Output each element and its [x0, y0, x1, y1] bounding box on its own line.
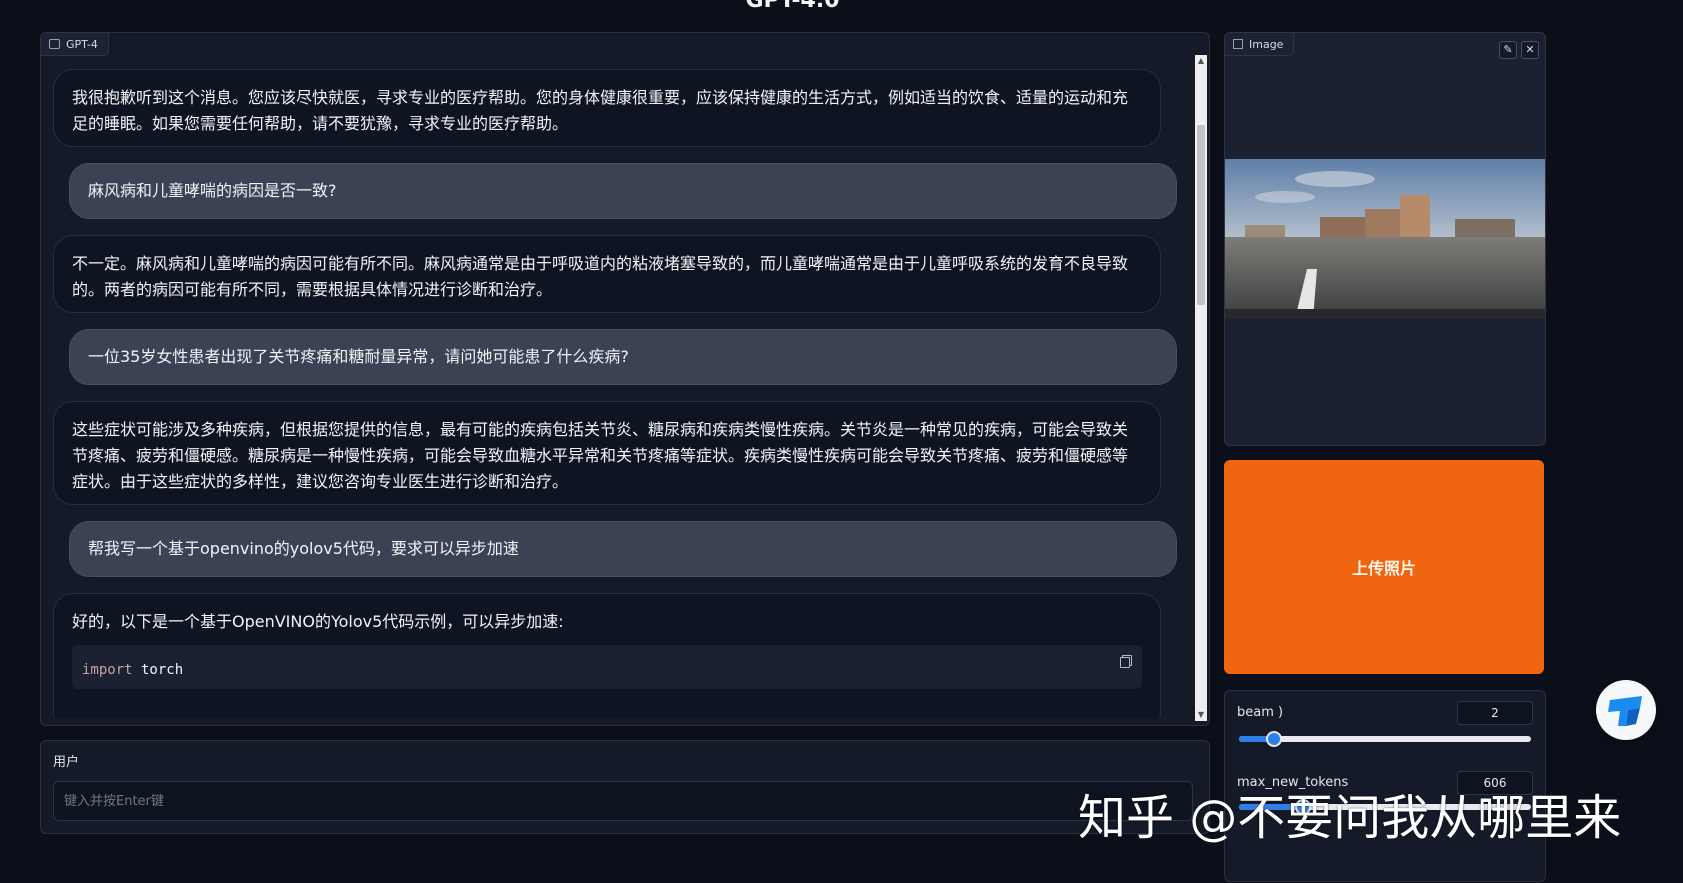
message-text: 不一定。麻风病和儿童哮喘的病因可能有所不同。麻风病通常是由于呼吸道内的粘液堵塞导…: [72, 254, 1129, 299]
message-text: 一位35岁女性患者出现了关节疼痛和糖耐量异常，请问她可能患了什么疾病?: [88, 347, 629, 366]
message-text: 好的，以下是一个基于OpenVINO的Yolov5代码示例，可以异步加速:: [72, 612, 564, 631]
scroll-up-arrow-icon[interactable]: ▲: [1195, 55, 1207, 67]
input-label: 用户: [53, 755, 80, 770]
message-input[interactable]: [53, 781, 1193, 821]
beam-slider[interactable]: [1239, 731, 1531, 747]
watermark: 知乎 @不要问我从哪里来: [1078, 790, 1622, 846]
user-message: 一位35岁女性患者出现了关节疼痛和糖耐量异常，请问她可能患了什么疾病?: [69, 329, 1177, 385]
message-text: 帮我写一个基于openvino的yolov5代码，要求可以异步加速: [88, 539, 519, 558]
beam-label: beam ): [1237, 705, 1284, 720]
message-list: 我很抱歉听到这个消息。您应该尽快就医，寻求专业的医疗帮助。您的身体健康很重要，应…: [53, 69, 1193, 719]
code-text: torch: [132, 662, 184, 678]
upload-photo-button[interactable]: 上传照片: [1224, 460, 1544, 674]
app-logo-icon: [1608, 696, 1642, 726]
copy-icon[interactable]: [1120, 657, 1130, 668]
chat-panel: GPT-4 我很抱歉听到这个消息。您应该尽快就医，寻求专业的医疗帮助。您的身体健…: [40, 32, 1210, 726]
code-block: import torch: [72, 645, 1142, 689]
image-panel: Image ✎ ✕: [1224, 32, 1546, 446]
scroll-thumb[interactable]: [1197, 125, 1205, 305]
bot-message: 好的，以下是一个基于OpenVINO的Yolov5代码示例，可以异步加速: im…: [53, 593, 1161, 719]
image-tab-label: Image: [1249, 37, 1284, 51]
chat-icon: [49, 39, 60, 49]
message-text: 这些症状可能涉及多种疾病，但根据您提供的信息，最有可能的疾病包括关节炎、糖尿病和…: [72, 420, 1129, 491]
image-tab: Image: [1225, 33, 1295, 56]
user-message: 帮我写一个基于openvino的yolov5代码，要求可以异步加速: [69, 521, 1177, 577]
close-icon[interactable]: ✕: [1521, 41, 1539, 59]
scroll-down-arrow-icon[interactable]: ▼: [1195, 709, 1207, 721]
bot-message: 不一定。麻风病和儿童哮喘的病因可能有所不同。麻风病通常是由于呼吸道内的粘液堵塞导…: [53, 235, 1161, 313]
app-title: GPT-4.0: [745, 0, 840, 13]
bot-message: 我很抱歉听到这个消息。您应该尽快就医，寻求专业的医疗帮助。您的身体健康很重要，应…: [53, 69, 1161, 147]
image-icon: [1233, 39, 1243, 49]
chatbot-tab: GPT-4: [41, 33, 109, 56]
beam-value-input[interactable]: 2: [1457, 701, 1533, 725]
message-text: 麻风病和儿童哮喘的病因是否一致?: [88, 181, 337, 200]
user-message: 麻风病和儿童哮喘的病因是否一致?: [69, 163, 1177, 219]
code-keyword: import: [82, 662, 133, 678]
beam-slider-thumb[interactable]: [1266, 731, 1283, 747]
bot-message: 这些症状可能涉及多种疾病，但根据您提供的信息，最有可能的疾病包括关节炎、糖尿病和…: [53, 401, 1161, 505]
street-photo: [1225, 159, 1545, 319]
pencil-icon[interactable]: ✎: [1499, 41, 1517, 59]
chatbot-tab-label: GPT-4: [66, 37, 98, 51]
input-panel: 用户: [40, 740, 1210, 834]
message-text: 我很抱歉听到这个消息。您应该尽快就医，寻求专业的医疗帮助。您的身体健康很重要，应…: [72, 88, 1129, 133]
floating-app-icon[interactable]: [1596, 680, 1656, 740]
chat-scrollbar[interactable]: ▲ ▼: [1195, 55, 1207, 721]
